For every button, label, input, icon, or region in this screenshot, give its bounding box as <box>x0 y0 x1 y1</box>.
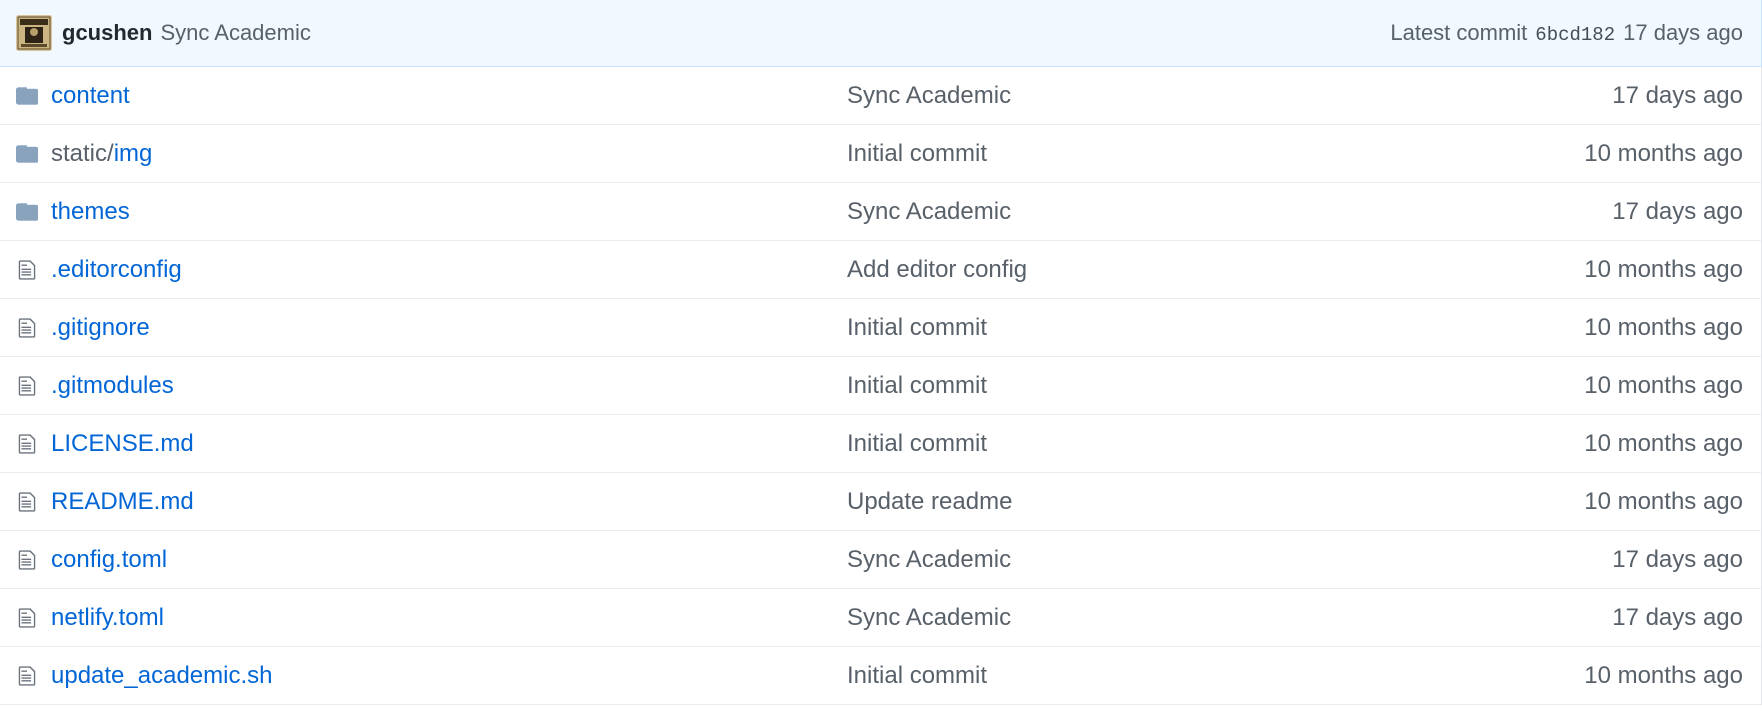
wanted-poster-avatar-icon <box>16 15 52 51</box>
file-name[interactable]: .gitmodules <box>51 372 174 399</box>
file-name[interactable]: content <box>51 82 130 109</box>
commit-age: 17 days ago <box>1612 81 1743 109</box>
file-name[interactable]: netlify.toml <box>51 604 164 631</box>
commit-age: 10 months ago <box>1584 139 1743 167</box>
file-name-link[interactable]: README.md <box>51 488 847 516</box>
file-name-link[interactable]: content <box>51 82 847 110</box>
file-icon <box>15 317 39 339</box>
file-icon <box>15 491 39 513</box>
file-name-link[interactable]: LICENSE.md <box>51 430 847 458</box>
file-icon <box>15 607 39 629</box>
latest-commit-label: Latest commit <box>1390 20 1528 45</box>
file-name[interactable]: .gitignore <box>51 314 150 341</box>
file-name[interactable]: config.toml <box>51 546 167 573</box>
file-name-link[interactable]: .gitmodules <box>51 372 847 400</box>
file-row: LICENSE.md Initial commit 10 months ago <box>0 415 1761 473</box>
file-name-link[interactable]: config.toml <box>51 546 847 574</box>
commit-age: 10 months ago <box>1584 313 1743 341</box>
commit-age: 10 months ago <box>1584 371 1743 399</box>
file-row: .editorconfig Add editor config 10 months … <box>0 241 1761 299</box>
folder-icon <box>15 86 39 105</box>
file-icon <box>15 665 39 687</box>
commit-meta: Latest commit 6bcd182 17 days ago <box>1390 20 1743 46</box>
commit-message-link[interactable]: Update readme <box>847 488 1584 516</box>
file-row: .gitmodules Initial commit 10 months ago <box>0 357 1761 415</box>
commit-message-link[interactable]: Initial commit <box>847 140 1584 168</box>
file-row: netlify.toml Sync Academic 17 days ago <box>0 589 1761 647</box>
commit-age: 17 days ago <box>1612 197 1743 225</box>
commit-message-link[interactable]: Sync Academic <box>847 198 1612 226</box>
commit-message-link[interactable]: Initial commit <box>847 314 1584 342</box>
file-icon <box>15 259 39 281</box>
commit-message-link[interactable]: Initial commit <box>847 662 1584 690</box>
latest-commit-bar: gcushen Sync Academic Latest commit 6bcd… <box>0 0 1762 67</box>
file-name-link[interactable]: themes <box>51 198 847 226</box>
commit-age: 10 months ago <box>1584 661 1743 689</box>
file-name-link[interactable]: .gitignore <box>51 314 847 342</box>
commit-message[interactable]: Sync Academic <box>160 20 310 46</box>
file-row: config.toml Sync Academic 17 days ago <box>0 531 1761 589</box>
file-row: themes Sync Academic 17 days ago <box>0 183 1761 241</box>
file-icon <box>15 375 39 397</box>
commit-message-link[interactable]: Add editor config <box>847 256 1584 284</box>
avatar[interactable] <box>16 15 52 51</box>
commit-age: 17 days ago <box>1612 545 1743 573</box>
file-name-link[interactable]: netlify.toml <box>51 604 847 632</box>
file-name[interactable]: themes <box>51 198 130 225</box>
file-row: content Sync Academic 17 days ago <box>0 67 1761 125</box>
file-name[interactable]: README.md <box>51 488 194 515</box>
file-icon <box>15 433 39 455</box>
file-icon <box>15 549 39 571</box>
commit-author[interactable]: gcushen <box>62 20 152 46</box>
commit-age: 10 months ago <box>1584 255 1743 283</box>
file-row: static/img Initial commit 10 months ago <box>0 125 1761 183</box>
file-name[interactable]: .editorconfig <box>51 256 182 283</box>
commit-message-link[interactable]: Initial commit <box>847 430 1584 458</box>
folder-icon <box>15 202 39 221</box>
file-browser: gcushen Sync Academic Latest commit 6bcd… <box>0 0 1762 712</box>
file-row: README.md Update readme 10 months ago <box>0 473 1761 531</box>
commit-age: 10 months ago <box>1584 429 1743 457</box>
file-name[interactable]: LICENSE.md <box>51 430 194 457</box>
commit-age: 17 days ago <box>1623 20 1743 45</box>
file-name[interactable]: img <box>114 140 153 167</box>
file-name-link[interactable]: static/img <box>51 140 847 168</box>
commit-age: 10 months ago <box>1584 487 1743 515</box>
commit-message-link[interactable]: Sync Academic <box>847 604 1612 632</box>
commit-message-link[interactable]: Sync Academic <box>847 82 1612 110</box>
file-list: content Sync Academic 17 days ago static/im… <box>0 67 1762 705</box>
file-name-link[interactable]: .editorconfig <box>51 256 847 284</box>
file-name-link[interactable]: update_academic.sh <box>51 662 847 690</box>
file-name[interactable]: update_academic.sh <box>51 662 272 689</box>
file-row: .gitignore Initial commit 10 months ago <box>0 299 1761 357</box>
commit-message-link[interactable]: Sync Academic <box>847 546 1612 574</box>
file-row: update_academic.sh Initial commit 10 month… <box>0 647 1761 705</box>
commit-sha[interactable]: 6bcd182 <box>1535 24 1615 46</box>
folder-icon <box>15 144 39 163</box>
commit-age: 17 days ago <box>1612 603 1743 631</box>
commit-message-link[interactable]: Initial commit <box>847 372 1584 400</box>
path-prefix[interactable]: static/ <box>51 140 114 167</box>
